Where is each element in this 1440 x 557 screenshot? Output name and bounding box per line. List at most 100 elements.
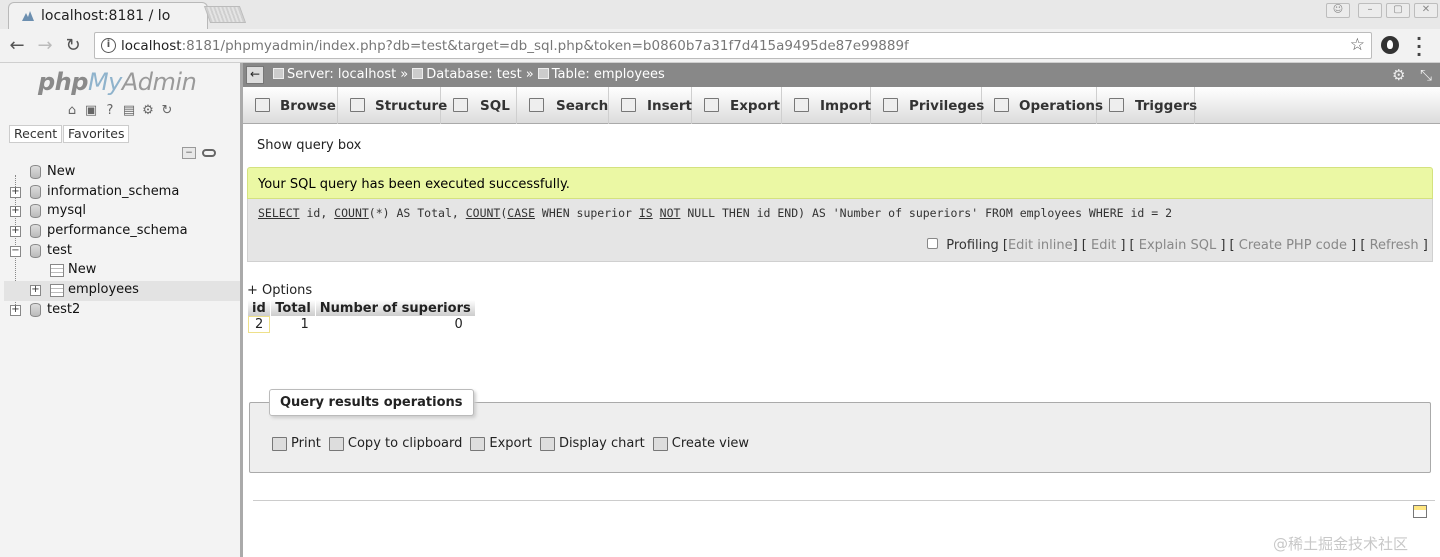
sql-keyword[interactable]: IS [639, 206, 653, 220]
breadcrumb-server[interactable]: Server: localhost [287, 67, 396, 82]
tree-item-test2[interactable]: + test2 [0, 301, 236, 321]
settings-gear-icon[interactable]: ⚙ [140, 103, 156, 119]
breadcrumb: ← Server: localhost» Database: test» Table… [243, 63, 1440, 87]
docs-icon[interactable]: ▤ [121, 103, 137, 119]
breadcrumb-database[interactable]: Database: test [426, 67, 522, 82]
extension-icon[interactable] [1381, 36, 1399, 54]
cell-number-of-superiors[interactable]: 0 [316, 316, 475, 333]
collapse-icon[interactable]: − [10, 246, 21, 257]
sql-keyword[interactable]: SELECT [258, 206, 300, 220]
collapse-navigation-button[interactable]: ← [246, 66, 264, 84]
favorite-tables-button[interactable]: Favorites [63, 125, 130, 143]
browser-toolbar: ← → ↻ i localhost:8181/phpmyadmin/index.… [0, 29, 1440, 63]
site-info-icon[interactable]: i [101, 38, 116, 53]
tab-export[interactable]: Export [692, 87, 782, 124]
console-toggle-icon[interactable] [1413, 505, 1427, 518]
maximize-button[interactable]: ▢ [1386, 3, 1410, 18]
create-view-link[interactable]: Create view [652, 436, 749, 451]
bookmark-star-icon[interactable]: ☆ [1350, 35, 1365, 55]
tab-browse[interactable]: Browse [243, 87, 338, 124]
tree-item-label: performance_schema [47, 223, 188, 238]
tab-triggers[interactable]: Triggers [1097, 87, 1197, 124]
tab-label: Browse [280, 98, 336, 114]
expand-icon[interactable]: + [30, 285, 41, 296]
tree-item-mysql[interactable]: + mysql [0, 202, 236, 222]
tree-item-test-new-table[interactable]: New [0, 261, 236, 281]
url-text[interactable]: localhost:8181/phpmyadmin/index.php?db=t… [121, 38, 909, 54]
tab-import[interactable]: Import [782, 87, 871, 124]
settings-gear-icon[interactable]: ⚙ [1392, 66, 1405, 84]
privileges-icon [883, 98, 898, 112]
tab-operations[interactable]: Operations [982, 87, 1103, 124]
tree-item-information-schema[interactable]: + information_schema [0, 183, 236, 203]
recent-tables-button[interactable]: Recent [9, 125, 63, 143]
create-php-code-link[interactable]: Create PHP code [1239, 238, 1347, 253]
tab-search[interactable]: Search [517, 87, 609, 124]
help-icon[interactable]: ? [102, 103, 118, 119]
browser-menu-icon[interactable]: · · · [1416, 31, 1422, 63]
tab-insert[interactable]: Insert [609, 87, 692, 124]
query-results-operations: Print Copy to clipboard Export Display c… [272, 436, 757, 451]
refresh-link[interactable]: Refresh [1370, 238, 1419, 253]
column-header-id[interactable]: id [248, 300, 271, 316]
profile-icon[interactable]: ☺ [1326, 3, 1350, 18]
tab-label: Insert [647, 98, 692, 114]
minimize-button[interactable]: – [1358, 3, 1382, 18]
browser-tab[interactable]: localhost:8181 / lo [8, 2, 208, 29]
reload-icon[interactable]: ↻ [61, 34, 85, 58]
explain-sql-link[interactable]: Explain SQL [1139, 238, 1216, 253]
column-header-number-of-superiors[interactable]: Number of superiors [315, 300, 475, 316]
collapse-all-icon[interactable]: − [182, 147, 196, 159]
expand-icon[interactable]: + [10, 206, 21, 217]
home-icon[interactable]: ⌂ [64, 103, 80, 119]
tab-sql[interactable]: SQL [441, 87, 517, 124]
sql-keyword[interactable]: COUNT [334, 206, 369, 220]
sql-keyword[interactable]: NOT [660, 206, 681, 220]
tree-item-label: test2 [47, 302, 81, 317]
tab-structure[interactable]: Structure [338, 87, 447, 124]
print-link[interactable]: Print [272, 436, 321, 451]
copy-icon [328, 436, 344, 451]
cell-id[interactable]: 2 [248, 316, 271, 333]
navigation-resizer[interactable] [240, 63, 243, 557]
close-window-button[interactable]: ✕ [1414, 3, 1438, 18]
show-query-box-link[interactable]: Show query box [257, 138, 361, 153]
logout-icon[interactable]: ▣ [83, 103, 99, 119]
copy-to-clipboard-link[interactable]: Copy to clipboard [328, 436, 462, 451]
back-arrow-icon[interactable]: ← [5, 34, 29, 58]
reload-nav-icon[interactable]: ↻ [159, 103, 175, 119]
logo-admin: Admin [121, 68, 197, 96]
sql-query-display: SELECT id, COUNT(*) AS Total, COUNT(CASE… [247, 199, 1433, 262]
new-tab-button[interactable] [203, 6, 247, 23]
tab-privileges[interactable]: Privileges [871, 87, 984, 124]
address-bar[interactable]: i localhost:8181/phpmyadmin/index.php?db… [94, 32, 1372, 59]
export-link[interactable]: Export [470, 436, 532, 451]
expand-icon[interactable]: + [10, 305, 21, 316]
sql-icon [453, 98, 468, 112]
tree-item-test[interactable]: − test [0, 242, 236, 262]
edit-link[interactable]: Edit [1091, 238, 1116, 253]
edit-inline-link[interactable]: Edit inline [1008, 238, 1073, 253]
sql-keyword[interactable]: CASE [507, 206, 535, 220]
forward-arrow-icon[interactable]: → [33, 34, 57, 58]
cell-total[interactable]: 1 [271, 316, 315, 333]
profiling-checkbox[interactable] [927, 238, 939, 249]
url-host: localhost [121, 38, 182, 54]
link-with-main-icon[interactable] [202, 149, 216, 157]
expand-icon[interactable]: + [10, 226, 21, 237]
tree-item-performance-schema[interactable]: + performance_schema [0, 222, 236, 242]
sql-keyword[interactable]: COUNT [466, 206, 501, 220]
column-header-total[interactable]: Total [271, 300, 315, 316]
new-table-icon [50, 264, 64, 277]
tree-item-employees[interactable]: + employees [4, 281, 240, 301]
display-chart-link[interactable]: Display chart [539, 436, 645, 451]
breadcrumb-table[interactable]: Table: employees [552, 67, 665, 82]
tab-label: Operations [1019, 98, 1104, 114]
maximize-icon[interactable]: ⤡ [1420, 66, 1432, 84]
tree-item-new[interactable]: New [0, 163, 236, 183]
profiling-label[interactable]: Profiling [946, 238, 999, 253]
expand-icon[interactable]: + [10, 187, 21, 198]
options-toggle-link[interactable]: + Options [247, 283, 312, 298]
insert-icon [621, 98, 636, 112]
phpmyadmin-logo[interactable]: phpMyAdmin [38, 68, 197, 96]
